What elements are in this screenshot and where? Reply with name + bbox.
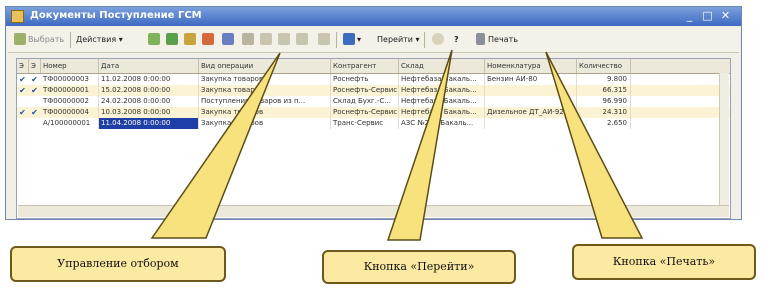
filter-pointer <box>150 52 281 239</box>
filter-callout: Управление отбором <box>10 246 226 282</box>
goto-pointer <box>386 49 453 241</box>
goto-callout: Кнопка «Перейти» <box>322 250 516 284</box>
print-callout: Кнопка «Печать» <box>572 244 756 280</box>
print-pointer <box>545 51 644 239</box>
